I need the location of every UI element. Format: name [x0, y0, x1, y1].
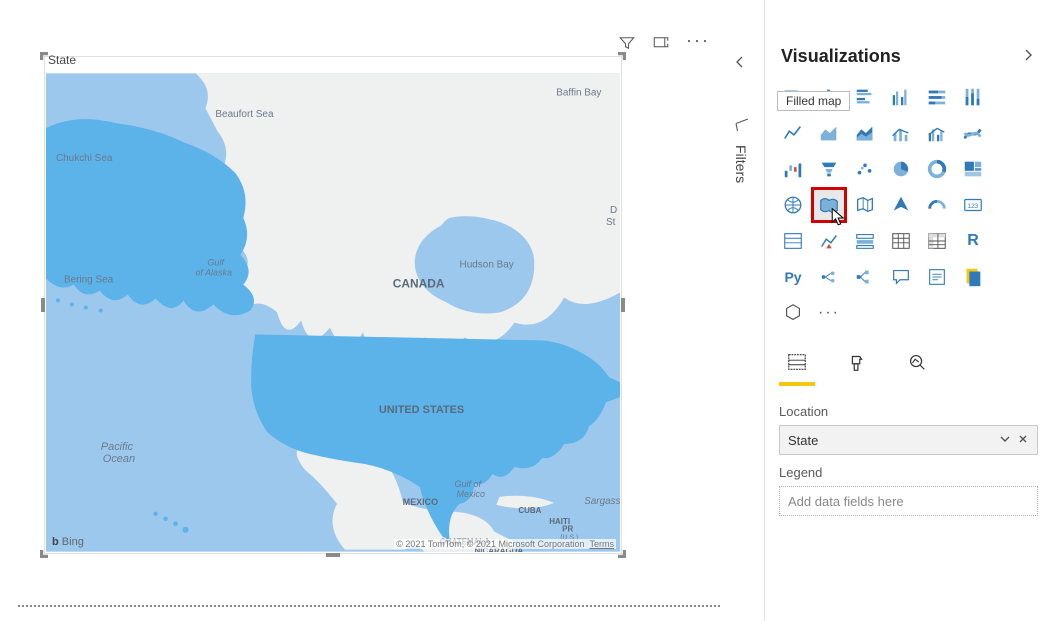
svg-text:123: 123 — [968, 203, 979, 210]
tab-analytics[interactable] — [899, 351, 935, 386]
visual-header: ··· — [618, 34, 710, 55]
viz-slicer[interactable] — [847, 223, 883, 259]
filters-label[interactable]: Filters — [733, 145, 749, 183]
more-visuals-menu[interactable]: ··· — [811, 295, 847, 331]
viz-paginated[interactable] — [955, 259, 991, 295]
report-canvas: ··· State — [0, 0, 720, 621]
svg-text:D: D — [610, 205, 617, 216]
viz-area[interactable] — [811, 115, 847, 151]
filter-icon[interactable] — [618, 34, 636, 55]
svg-text:UNITED STATES: UNITED STATES — [379, 404, 464, 416]
viz-funnel[interactable] — [811, 151, 847, 187]
resize-handle-e[interactable] — [621, 298, 625, 312]
svg-text:Bering Sea: Bering Sea — [64, 275, 114, 286]
viz-clustered-bar[interactable] — [847, 79, 883, 115]
viz-line-clustered-column[interactable] — [919, 115, 955, 151]
viz-100-stacked-bar[interactable] — [919, 79, 955, 115]
viz-r-visual[interactable]: R — [955, 223, 991, 259]
resize-handle-w[interactable] — [41, 298, 45, 312]
map-attribution: © 2021 TomTom, © 2021 Microsoft Corporat… — [394, 539, 616, 549]
svg-text:St: St — [606, 217, 616, 228]
viz-multi-row-card[interactable] — [775, 223, 811, 259]
viz-narrative[interactable] — [919, 259, 955, 295]
map-viewport[interactable]: Beaufort Sea Baffin Bay Chukchi Sea Beri… — [46, 73, 620, 552]
tab-format[interactable] — [839, 351, 875, 386]
viz-stacked-area[interactable] — [847, 115, 883, 151]
get-more-visuals[interactable] — [775, 295, 811, 331]
viz-matrix[interactable] — [919, 223, 955, 259]
svg-text:Hudson Bay: Hudson Bay — [460, 260, 514, 271]
viz-shape-map[interactable] — [847, 187, 883, 223]
viz-clustered-column[interactable] — [883, 79, 919, 115]
viz-scatter[interactable] — [847, 151, 883, 187]
viz-line[interactable]: Filled map — [775, 115, 811, 151]
viz-pie[interactable] — [883, 151, 919, 187]
more-options-icon[interactable]: ··· — [686, 30, 710, 51]
viz-table[interactable] — [883, 223, 919, 259]
panel-title: Visualizations — [781, 46, 1020, 67]
legend-well[interactable]: Add data fields here — [779, 486, 1038, 516]
visual-title: State — [48, 53, 76, 67]
svg-text:Pacific: Pacific — [101, 441, 134, 453]
svg-text:Mexico: Mexico — [457, 489, 485, 499]
svg-text:Baffin Bay: Baffin Bay — [556, 87, 601, 98]
viz-kpi[interactable] — [811, 223, 847, 259]
legend-well-label: Legend — [779, 465, 1038, 480]
visualizations-panel: Visualizations Filled map — [764, 0, 1052, 621]
resize-handle-s[interactable] — [326, 553, 340, 557]
field-wells: Location State Legend Add data fields he… — [765, 386, 1052, 516]
viz-azure-map[interactable] — [883, 187, 919, 223]
svg-text:PR: PR — [562, 525, 573, 534]
svg-text:Gulf: Gulf — [207, 258, 225, 268]
viz-python[interactable]: Py — [775, 259, 811, 295]
terms-link[interactable]: Terms — [590, 539, 615, 549]
tab-fields[interactable] — [779, 351, 815, 386]
remove-field-icon[interactable] — [1017, 433, 1029, 448]
svg-text:Gulf of: Gulf of — [455, 479, 483, 489]
resize-handle-nw[interactable] — [40, 52, 48, 60]
svg-text:CUBA: CUBA — [518, 506, 541, 515]
viz-map[interactable] — [775, 187, 811, 223]
viz-100-stacked-column[interactable] — [955, 79, 991, 115]
location-well[interactable]: State — [779, 425, 1038, 455]
viz-qna[interactable] — [883, 259, 919, 295]
visualization-gallery: Filled map 123 R — [765, 77, 1052, 295]
location-well-label: Location — [779, 404, 1038, 419]
chevron-down-icon[interactable] — [999, 433, 1011, 448]
filters-icon[interactable] — [733, 122, 751, 137]
legend-placeholder: Add data fields here — [788, 494, 904, 509]
viz-decomposition[interactable] — [847, 259, 883, 295]
map-svg: Beaufort Sea Baffin Bay Chukchi Sea Beri… — [46, 73, 620, 552]
svg-text:of Alaska: of Alaska — [195, 268, 232, 278]
viz-ribbon[interactable] — [955, 115, 991, 151]
viz-donut[interactable] — [919, 151, 955, 187]
viz-line-stacked-column[interactable] — [883, 115, 919, 151]
viz-filled-map[interactable] — [811, 187, 847, 223]
expand-panel-icon[interactable] — [1020, 47, 1036, 66]
svg-text:Sargass: Sargass — [584, 496, 620, 507]
svg-text:Ocean: Ocean — [103, 453, 135, 465]
viz-treemap[interactable] — [955, 151, 991, 187]
location-field-chip[interactable]: State — [788, 433, 818, 448]
svg-text:Beaufort Sea: Beaufort Sea — [215, 109, 274, 120]
tooltip-filled-map: Filled map — [777, 91, 850, 111]
viz-key-influencers[interactable] — [811, 259, 847, 295]
viz-card[interactable]: 123 — [955, 187, 991, 223]
svg-text:MEXICO: MEXICO — [403, 497, 438, 507]
focus-mode-icon[interactable] — [652, 34, 670, 55]
svg-text:CANADA: CANADA — [393, 277, 445, 291]
svg-text:Chukchi Sea: Chukchi Sea — [56, 153, 113, 164]
filters-pane-collapsed: Filters — [724, 0, 764, 621]
field-format-tabs — [765, 339, 1052, 386]
bing-logo: b Bing — [52, 536, 84, 548]
expand-filters-icon[interactable] — [732, 54, 748, 73]
filled-map-visual[interactable]: State — [44, 56, 622, 554]
viz-gauge[interactable] — [919, 187, 955, 223]
viz-waterfall[interactable] — [775, 151, 811, 187]
